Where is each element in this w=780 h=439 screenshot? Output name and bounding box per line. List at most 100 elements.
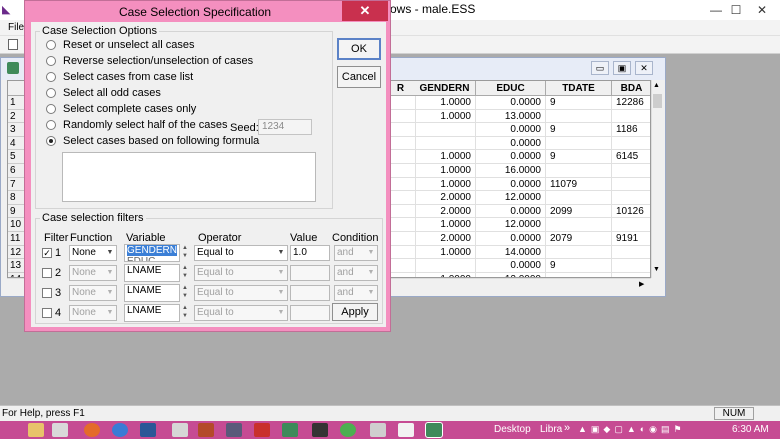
data-restore-button[interactable]: ▣ (613, 61, 631, 75)
operator-select[interactable]: Equal to ▼ (194, 265, 288, 281)
file-explorer-icon[interactable] (28, 423, 44, 437)
grid-cell[interactable] (546, 191, 612, 205)
app-icon-1[interactable] (172, 423, 188, 437)
variable-spinner[interactable]: ▲ ▼ (181, 304, 189, 322)
grid-cell[interactable]: 9191 (612, 232, 650, 246)
grid-cell[interactable]: 1.0000 (414, 218, 476, 232)
clock[interactable]: 6:30 AM (732, 424, 769, 435)
acrobat-icon[interactable] (254, 423, 270, 437)
radio-button[interactable] (46, 88, 56, 98)
formula-input[interactable] (62, 152, 316, 202)
option-2[interactable]: Reverse selection/unselection of cases (46, 54, 253, 68)
function-select[interactable]: None ▼ (69, 285, 117, 301)
column-header[interactable]: TDATE (546, 81, 612, 96)
scroll-thumb[interactable] (653, 94, 662, 108)
radio-button[interactable] (46, 136, 56, 146)
option-7[interactable]: Select cases based on following formula (46, 134, 259, 148)
option-4[interactable]: Select all odd cases (46, 86, 161, 100)
libraries-toolbar[interactable]: Libra (540, 424, 562, 435)
grid-cell[interactable]: 12286 (612, 96, 650, 110)
operator-select[interactable]: Equal to ▼ (194, 245, 288, 261)
condition-select[interactable]: and ▼ (334, 285, 378, 301)
grid-cell[interactable] (612, 259, 650, 273)
tray-icons[interactable]: ▲▣◆▢▲◐◉▤⚑ (578, 424, 698, 436)
chevron-down-icon[interactable]: ▼ (104, 286, 116, 300)
app-icon-6[interactable] (370, 423, 386, 437)
grid-cell[interactable]: 2.0000 (414, 232, 476, 246)
operator-select[interactable]: Equal to ▼ (194, 285, 288, 301)
chevron-down-icon[interactable]: ▼ (365, 286, 377, 300)
grid-cell[interactable] (546, 109, 612, 124)
grid-cell[interactable]: 2099 (546, 204, 612, 219)
grid-cell[interactable]: 0.0000 (476, 232, 546, 246)
active-app-icon[interactable] (425, 422, 443, 438)
radio-button[interactable] (46, 72, 56, 82)
grid-cell[interactable]: 1.0000 (414, 177, 476, 192)
grid-cell[interactable] (612, 110, 650, 124)
data-minimize-button[interactable]: ▭ (591, 61, 609, 75)
app-icon-3[interactable] (226, 423, 242, 437)
vertical-scrollbar[interactable]: ▲ ▼ (651, 80, 663, 278)
grid-cell[interactable]: 2.0000 (414, 204, 476, 219)
variable-spinner[interactable]: ▲ ▼ (181, 284, 189, 302)
grid-cell[interactable] (612, 246, 650, 260)
operator-select[interactable]: Equal to ▼ (194, 305, 288, 321)
grid-cell[interactable]: 1186 (612, 123, 650, 137)
variable-spinner[interactable]: ▲ ▼ (181, 264, 189, 282)
function-select[interactable]: None ▼ (69, 245, 117, 261)
grid-cell[interactable] (546, 164, 612, 178)
chrome-icon[interactable] (340, 423, 356, 437)
close-button[interactable]: ✕ (744, 0, 780, 20)
scroll-down-icon[interactable]: ▼ (653, 266, 660, 273)
grid-cell[interactable] (414, 136, 476, 151)
radio-button[interactable] (46, 104, 56, 114)
condition-select[interactable]: and ▼ (334, 265, 378, 281)
grid-cell[interactable]: 13.0000 (476, 109, 546, 124)
radio-button[interactable] (46, 40, 56, 50)
chevron-down-icon[interactable]: ▼ (275, 266, 287, 280)
grid-cell[interactable] (546, 136, 612, 151)
grid-cell[interactable]: 9 (546, 123, 612, 137)
variable-list[interactable]: LNAME (124, 304, 180, 322)
grid-cell[interactable]: 6145 (612, 150, 650, 164)
desktop-toolbar[interactable]: Desktop (494, 424, 531, 435)
filter-checkbox-3[interactable] (42, 288, 52, 298)
function-select[interactable]: None ▼ (69, 305, 117, 321)
grid-cell[interactable]: 2.0000 (414, 191, 476, 205)
scroll-right-icon[interactable]: ▶ (639, 280, 644, 288)
grid-cell[interactable]: 10126 (612, 205, 650, 219)
chevron-down-icon[interactable]: ▼ (104, 266, 116, 280)
grid-cell[interactable]: 0.0000 (476, 177, 546, 192)
seed-input[interactable]: 1234 (258, 119, 312, 135)
value-input[interactable] (290, 265, 330, 281)
ok-button[interactable]: OK (337, 38, 381, 60)
grid-cell[interactable]: 0.0000 (476, 136, 546, 151)
grid-cell[interactable] (612, 164, 650, 178)
value-input[interactable]: 1.0 (290, 245, 330, 261)
app-icon-4[interactable] (282, 423, 298, 437)
option-3[interactable]: Select cases from case list (46, 70, 193, 84)
grid-cell[interactable] (414, 123, 476, 137)
dialog-close-button[interactable]: ✕ (342, 1, 388, 21)
data-close-button[interactable]: ✕ (635, 61, 653, 75)
radio-button[interactable] (46, 56, 56, 66)
column-header[interactable]: EDUC (476, 81, 546, 96)
variable-list[interactable]: LNAME (124, 264, 180, 282)
option-6[interactable]: Randomly select half of the cases (46, 118, 227, 132)
chevron-down-icon[interactable]: ▼ (365, 246, 377, 260)
option-5[interactable]: Select complete cases only (46, 102, 196, 116)
option-1[interactable]: Reset or unselect all cases (46, 38, 194, 52)
filter-checkbox-2[interactable] (42, 268, 52, 278)
pdf-icon[interactable] (398, 423, 414, 437)
grid-cell[interactable]: 1.0000 (414, 150, 476, 164)
grid-cell[interactable]: 9 (546, 150, 612, 164)
grid-cell[interactable]: 11079 (546, 177, 612, 192)
chevron-down-icon[interactable]: ▼ (275, 306, 287, 320)
variable-spinner[interactable]: ▲ ▼ (181, 244, 189, 262)
grid-cell[interactable] (612, 191, 650, 205)
chevron-down-icon[interactable]: ▼ (104, 246, 116, 260)
grid-cell[interactable] (546, 245, 612, 260)
grid-cell[interactable] (414, 259, 476, 273)
internet-explorer-icon[interactable] (112, 423, 128, 437)
grid-cell[interactable]: 0.0000 (476, 123, 546, 137)
